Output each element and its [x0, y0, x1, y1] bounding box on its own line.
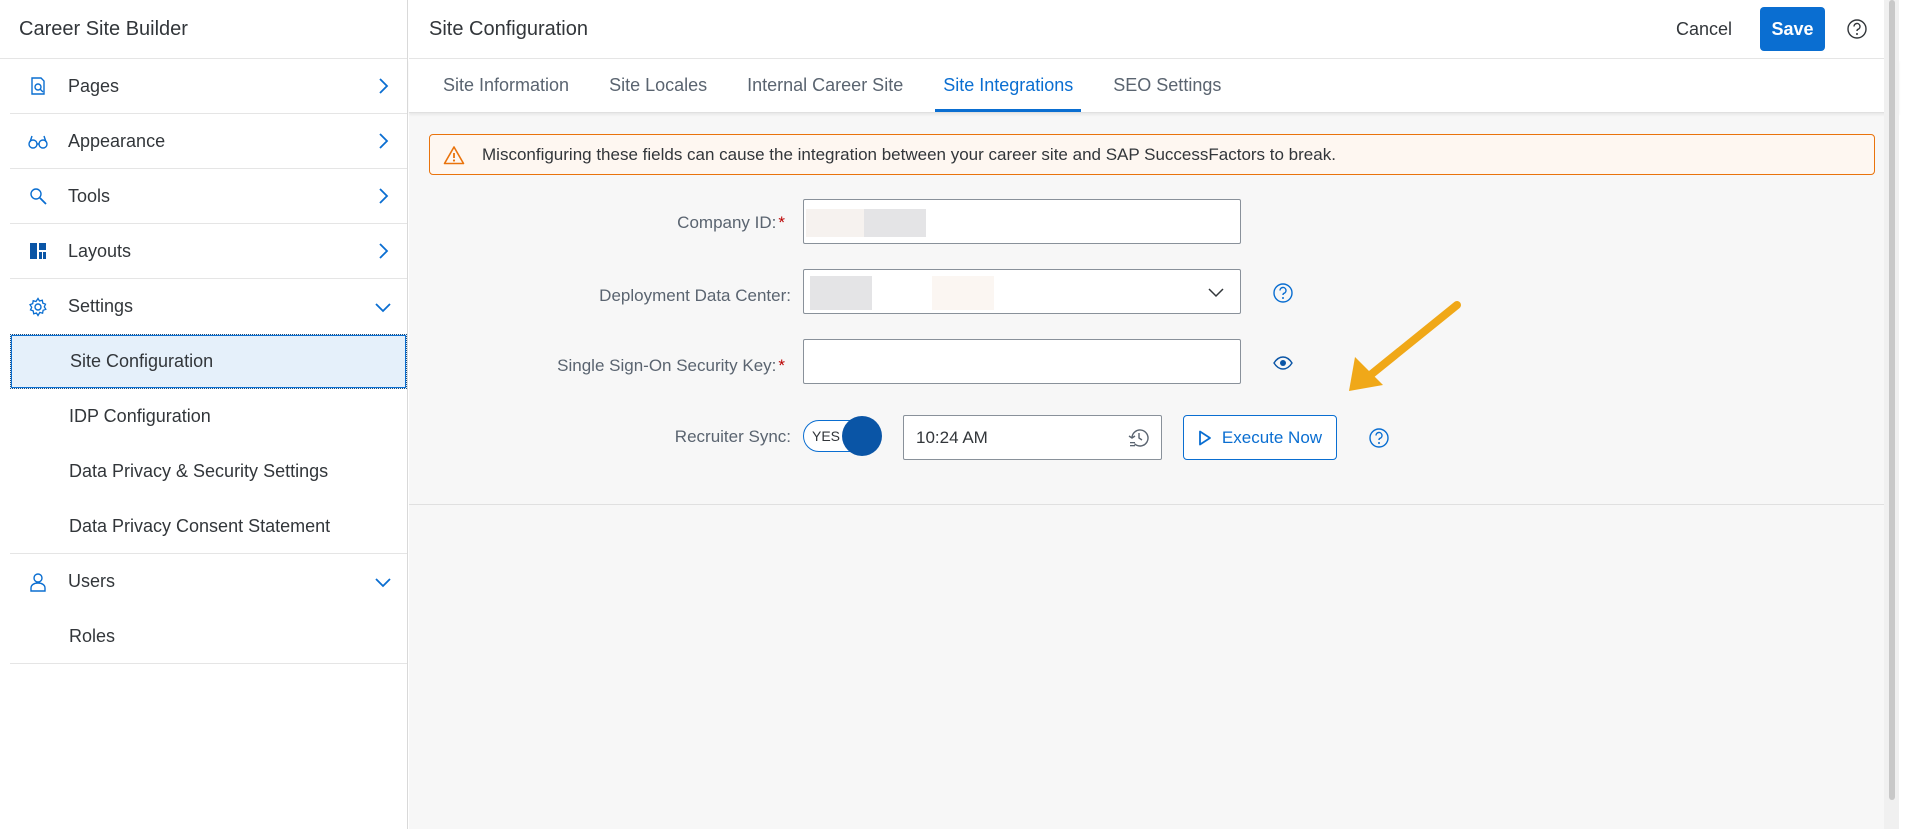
app-window: Career Site Builder Pages Appearance Too… [0, 0, 1914, 829]
chevron-down-icon [371, 570, 395, 594]
sidebar-item-pages[interactable]: Pages [10, 59, 407, 114]
required-marker: * [778, 356, 785, 375]
glasses-icon [26, 129, 50, 153]
user-icon [26, 570, 50, 594]
sidebar: Career Site Builder Pages Appearance Too… [0, 0, 408, 829]
cancel-button[interactable]: Cancel [1668, 11, 1740, 48]
chevron-right-icon [371, 129, 395, 153]
tab-bar: Site Information Site Locales Internal C… [409, 59, 1899, 113]
sidebar-subitem-data-privacy-security[interactable]: Data Privacy & Security Settings [10, 444, 407, 499]
sso-key-label-text: Single Sign-On Security Key: [557, 356, 777, 375]
play-icon [1199, 430, 1211, 445]
integration-form: Misconfiguring these fields can cause th… [409, 113, 1899, 505]
main-panel: Site Configuration Cancel Save Site Info… [409, 0, 1899, 829]
sidebar-item-users[interactable]: Users [10, 554, 407, 609]
scrollbar-thumb[interactable] [1889, 0, 1895, 800]
scrollbar[interactable] [1884, 0, 1899, 829]
company-id-field[interactable] [803, 199, 1241, 244]
sidebar-item-label: Tools [68, 185, 111, 206]
annotation-arrow-icon [1349, 301, 1461, 391]
sidebar-subitem-roles[interactable]: Roles [10, 609, 407, 664]
warning-text: Misconfiguring these fields can cause th… [482, 144, 1336, 164]
redacted-value [806, 209, 866, 237]
sso-key-field[interactable] [803, 339, 1241, 384]
help-icon[interactable] [1845, 17, 1869, 41]
tab-internal-career-site[interactable]: Internal Career Site [739, 58, 911, 112]
sidebar-subitem-idp-configuration[interactable]: IDP Configuration [10, 389, 407, 444]
save-button[interactable]: Save [1760, 7, 1825, 51]
execute-now-button[interactable]: Execute Now [1183, 415, 1337, 460]
deployment-label: Deployment Data Center: [599, 286, 791, 305]
sidebar-item-label: Appearance [68, 130, 166, 151]
sidebar-item-tools[interactable]: Tools [10, 169, 407, 224]
deployment-select[interactable] [803, 269, 1241, 314]
recruiter-sync-label: Recruiter Sync: [674, 427, 791, 446]
toggle-label: YES [812, 428, 841, 444]
execute-now-label: Execute Now [1221, 427, 1323, 447]
sidebar-item-label: Layouts [68, 240, 132, 261]
toggle-knob [842, 416, 882, 456]
recruiter-sync-help-icon[interactable] [1367, 426, 1391, 450]
warning-banner: Misconfiguring these fields can cause th… [429, 134, 1875, 175]
sso-key-label: Single Sign-On Security Key: * [365, 356, 785, 376]
sidebar-item-appearance[interactable]: Appearance [10, 114, 407, 169]
recruiter-sync-toggle[interactable]: YES [803, 416, 882, 456]
time-picker-icon[interactable] [1127, 426, 1151, 450]
redacted-value [932, 276, 994, 310]
redacted-value [810, 276, 872, 310]
page-title: Site Configuration [429, 17, 588, 40]
sidebar-item-label: Pages [68, 75, 120, 96]
sidebar-subitem-data-privacy-consent[interactable]: Data Privacy Consent Statement [10, 499, 407, 554]
chevron-right-icon [371, 184, 395, 208]
sidebar-nav: Pages Appearance Tools Layouts Settings … [10, 59, 407, 664]
redacted-value [864, 209, 926, 237]
company-id-label: Company ID: * [365, 213, 785, 233]
sync-time-field[interactable]: 10:24 AM [903, 415, 1162, 460]
sidebar-title: Career Site Builder [0, 0, 407, 59]
tab-site-locales[interactable]: Site Locales [601, 58, 715, 112]
tab-site-integrations[interactable]: Site Integrations [935, 58, 1082, 112]
sync-time-value: 10:24 AM [916, 427, 988, 447]
warning-icon [442, 143, 466, 167]
deployment-help-icon[interactable] [1271, 281, 1295, 305]
chevron-down-icon [1208, 285, 1224, 303]
chevron-right-icon [371, 239, 395, 263]
company-id-label-text: Company ID: [677, 213, 777, 232]
header-bar: Site Configuration Cancel Save [409, 0, 1899, 59]
tools-icon [26, 184, 50, 208]
tab-site-information[interactable]: Site Information [435, 58, 577, 112]
required-marker: * [778, 213, 785, 232]
sidebar-item-settings[interactable]: Settings [10, 279, 407, 334]
pages-icon [26, 74, 50, 98]
sidebar-item-label: Settings [68, 296, 134, 316]
eye-icon[interactable] [1271, 351, 1295, 375]
sidebar-subitem-site-configuration[interactable]: Site Configuration [10, 334, 407, 389]
gear-icon [26, 295, 50, 319]
chevron-right-icon [371, 74, 395, 98]
sidebar-item-label: Users [68, 571, 116, 591]
layouts-icon [26, 239, 50, 263]
tab-seo-settings[interactable]: SEO Settings [1105, 58, 1229, 112]
sidebar-item-layouts[interactable]: Layouts [10, 224, 407, 279]
